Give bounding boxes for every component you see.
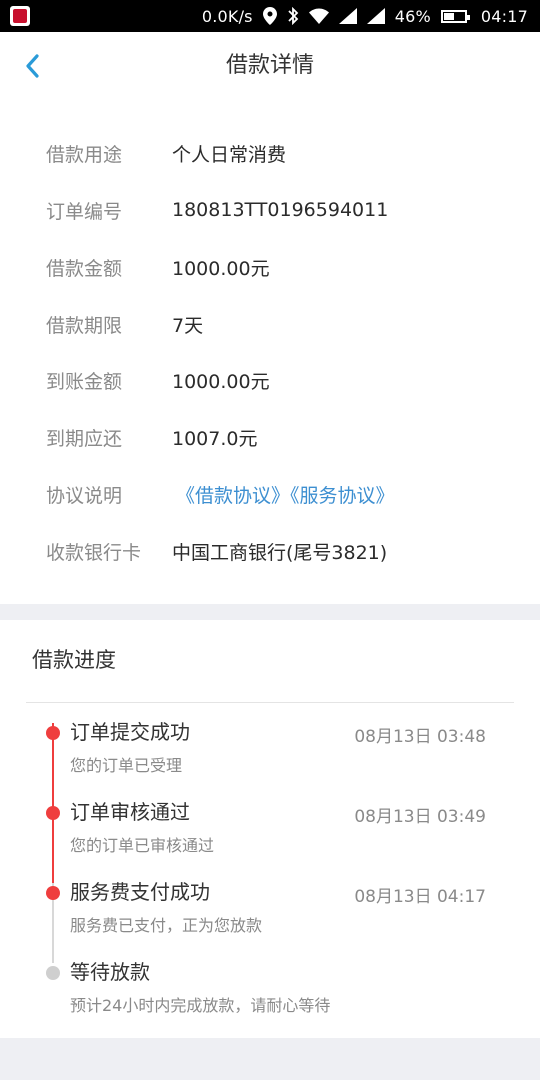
agreement-links: 《借款协议》《服务协议》 xyxy=(176,481,395,508)
status-bar-right: 0.0K/s 46% 04:17 xyxy=(202,0,528,32)
detail-row-purpose: 借款用途 个人日常消费 xyxy=(0,125,540,181)
timeline-step: 订单提交成功 08月13日 03:48 您的订单已受理 xyxy=(0,716,540,796)
detail-row-agreements: 协议说明 《借款协议》《服务协议》 xyxy=(0,466,540,522)
page-title: 借款详情 xyxy=(225,53,314,78)
progress-title: 借款进度 xyxy=(32,648,116,672)
back-button[interactable] xyxy=(14,46,50,86)
step-dot-done xyxy=(46,726,60,740)
step-title: 订单提交成功 xyxy=(70,720,190,744)
step-title: 服务费支付成功 xyxy=(70,880,210,904)
network-speed: 0.0K/s xyxy=(201,6,253,26)
step-title: 等待放款 xyxy=(70,960,150,984)
step-title: 订单审核通过 xyxy=(70,800,190,824)
detail-label: 到期应还 xyxy=(46,427,123,450)
detail-row-order-number: 订单编号 180813TT0196594011 xyxy=(0,182,540,238)
detail-value: 1000.00元 xyxy=(172,257,270,280)
detail-value: 中国工商银行(尾号3821) xyxy=(172,541,388,564)
step-time: 08月13日 04:17 xyxy=(354,887,486,907)
step-desc: 预计24小时内完成放款，请耐心等待 xyxy=(70,996,331,1015)
detail-label: 借款金额 xyxy=(46,257,123,280)
detail-row-received-amount: 到账金额 1000.00元 xyxy=(0,352,540,408)
step-time: 08月13日 03:49 xyxy=(354,807,486,827)
nav-bar: 借款详情 xyxy=(0,32,540,100)
detail-value: 个人日常消费 xyxy=(172,143,287,166)
status-bar: 0.0K/s 46% 04:17 xyxy=(0,0,540,32)
detail-label: 借款期限 xyxy=(46,314,123,337)
detail-value: 1007.0元 xyxy=(172,427,258,450)
detail-value: 1000.00元 xyxy=(172,370,270,393)
loan-details-panel: 借款用途 个人日常消费 订单编号 180813TT0196594011 借款金额… xyxy=(0,100,540,604)
signal-icon xyxy=(338,8,357,24)
divider xyxy=(26,702,514,703)
location-icon xyxy=(262,7,277,25)
step-time: 08月13日 03:48 xyxy=(354,727,486,747)
detail-label: 协议说明 xyxy=(46,484,123,507)
step-dot-pending xyxy=(46,966,60,980)
timeline-step: 等待放款 预计24小时内完成放款，请耐心等待 xyxy=(0,956,540,1036)
clock: 04:17 xyxy=(480,6,528,26)
loan-progress-panel: 借款进度 订单提交成功 08月13日 03:48 您的订单已受理 订单审核通过 … xyxy=(0,620,540,1038)
detail-row-loan-amount: 借款金额 1000.00元 xyxy=(0,239,540,295)
step-dot-done xyxy=(46,806,60,820)
detail-row-due-amount: 到期应还 1007.0元 xyxy=(0,409,540,465)
detail-label: 到账金额 xyxy=(46,370,123,393)
app-notification-icon xyxy=(10,6,30,26)
bluetooth-icon xyxy=(287,7,299,25)
battery-icon xyxy=(440,9,470,23)
step-desc: 您的订单已受理 xyxy=(70,756,183,775)
wifi-icon xyxy=(308,8,329,24)
detail-value: 7天 xyxy=(172,314,204,337)
loan-agreement-link[interactable]: 《借款协议》 xyxy=(176,485,290,507)
detail-value: 180813TT0196594011 xyxy=(172,199,389,221)
timeline-step: 订单审核通过 08月13日 03:49 您的订单已审核通过 xyxy=(0,796,540,876)
detail-label: 订单编号 xyxy=(46,200,123,223)
step-dot-done xyxy=(46,886,60,900)
battery-percent: 46% xyxy=(394,6,431,26)
detail-label: 收款银行卡 xyxy=(46,541,142,564)
chevron-left-icon xyxy=(26,54,39,78)
timeline-step: 服务费支付成功 08月13日 04:17 服务费已支付，正为您放款 xyxy=(0,876,540,956)
step-desc: 您的订单已审核通过 xyxy=(70,836,215,855)
step-desc: 服务费已支付，正为您放款 xyxy=(70,916,263,935)
detail-label: 借款用途 xyxy=(46,143,123,166)
detail-row-loan-term: 借款期限 7天 xyxy=(0,296,540,352)
detail-row-bank-card: 收款银行卡 中国工商银行(尾号3821) xyxy=(0,523,540,579)
service-agreement-link[interactable]: 《服务协议》 xyxy=(290,485,395,507)
signal-icon xyxy=(366,8,385,24)
